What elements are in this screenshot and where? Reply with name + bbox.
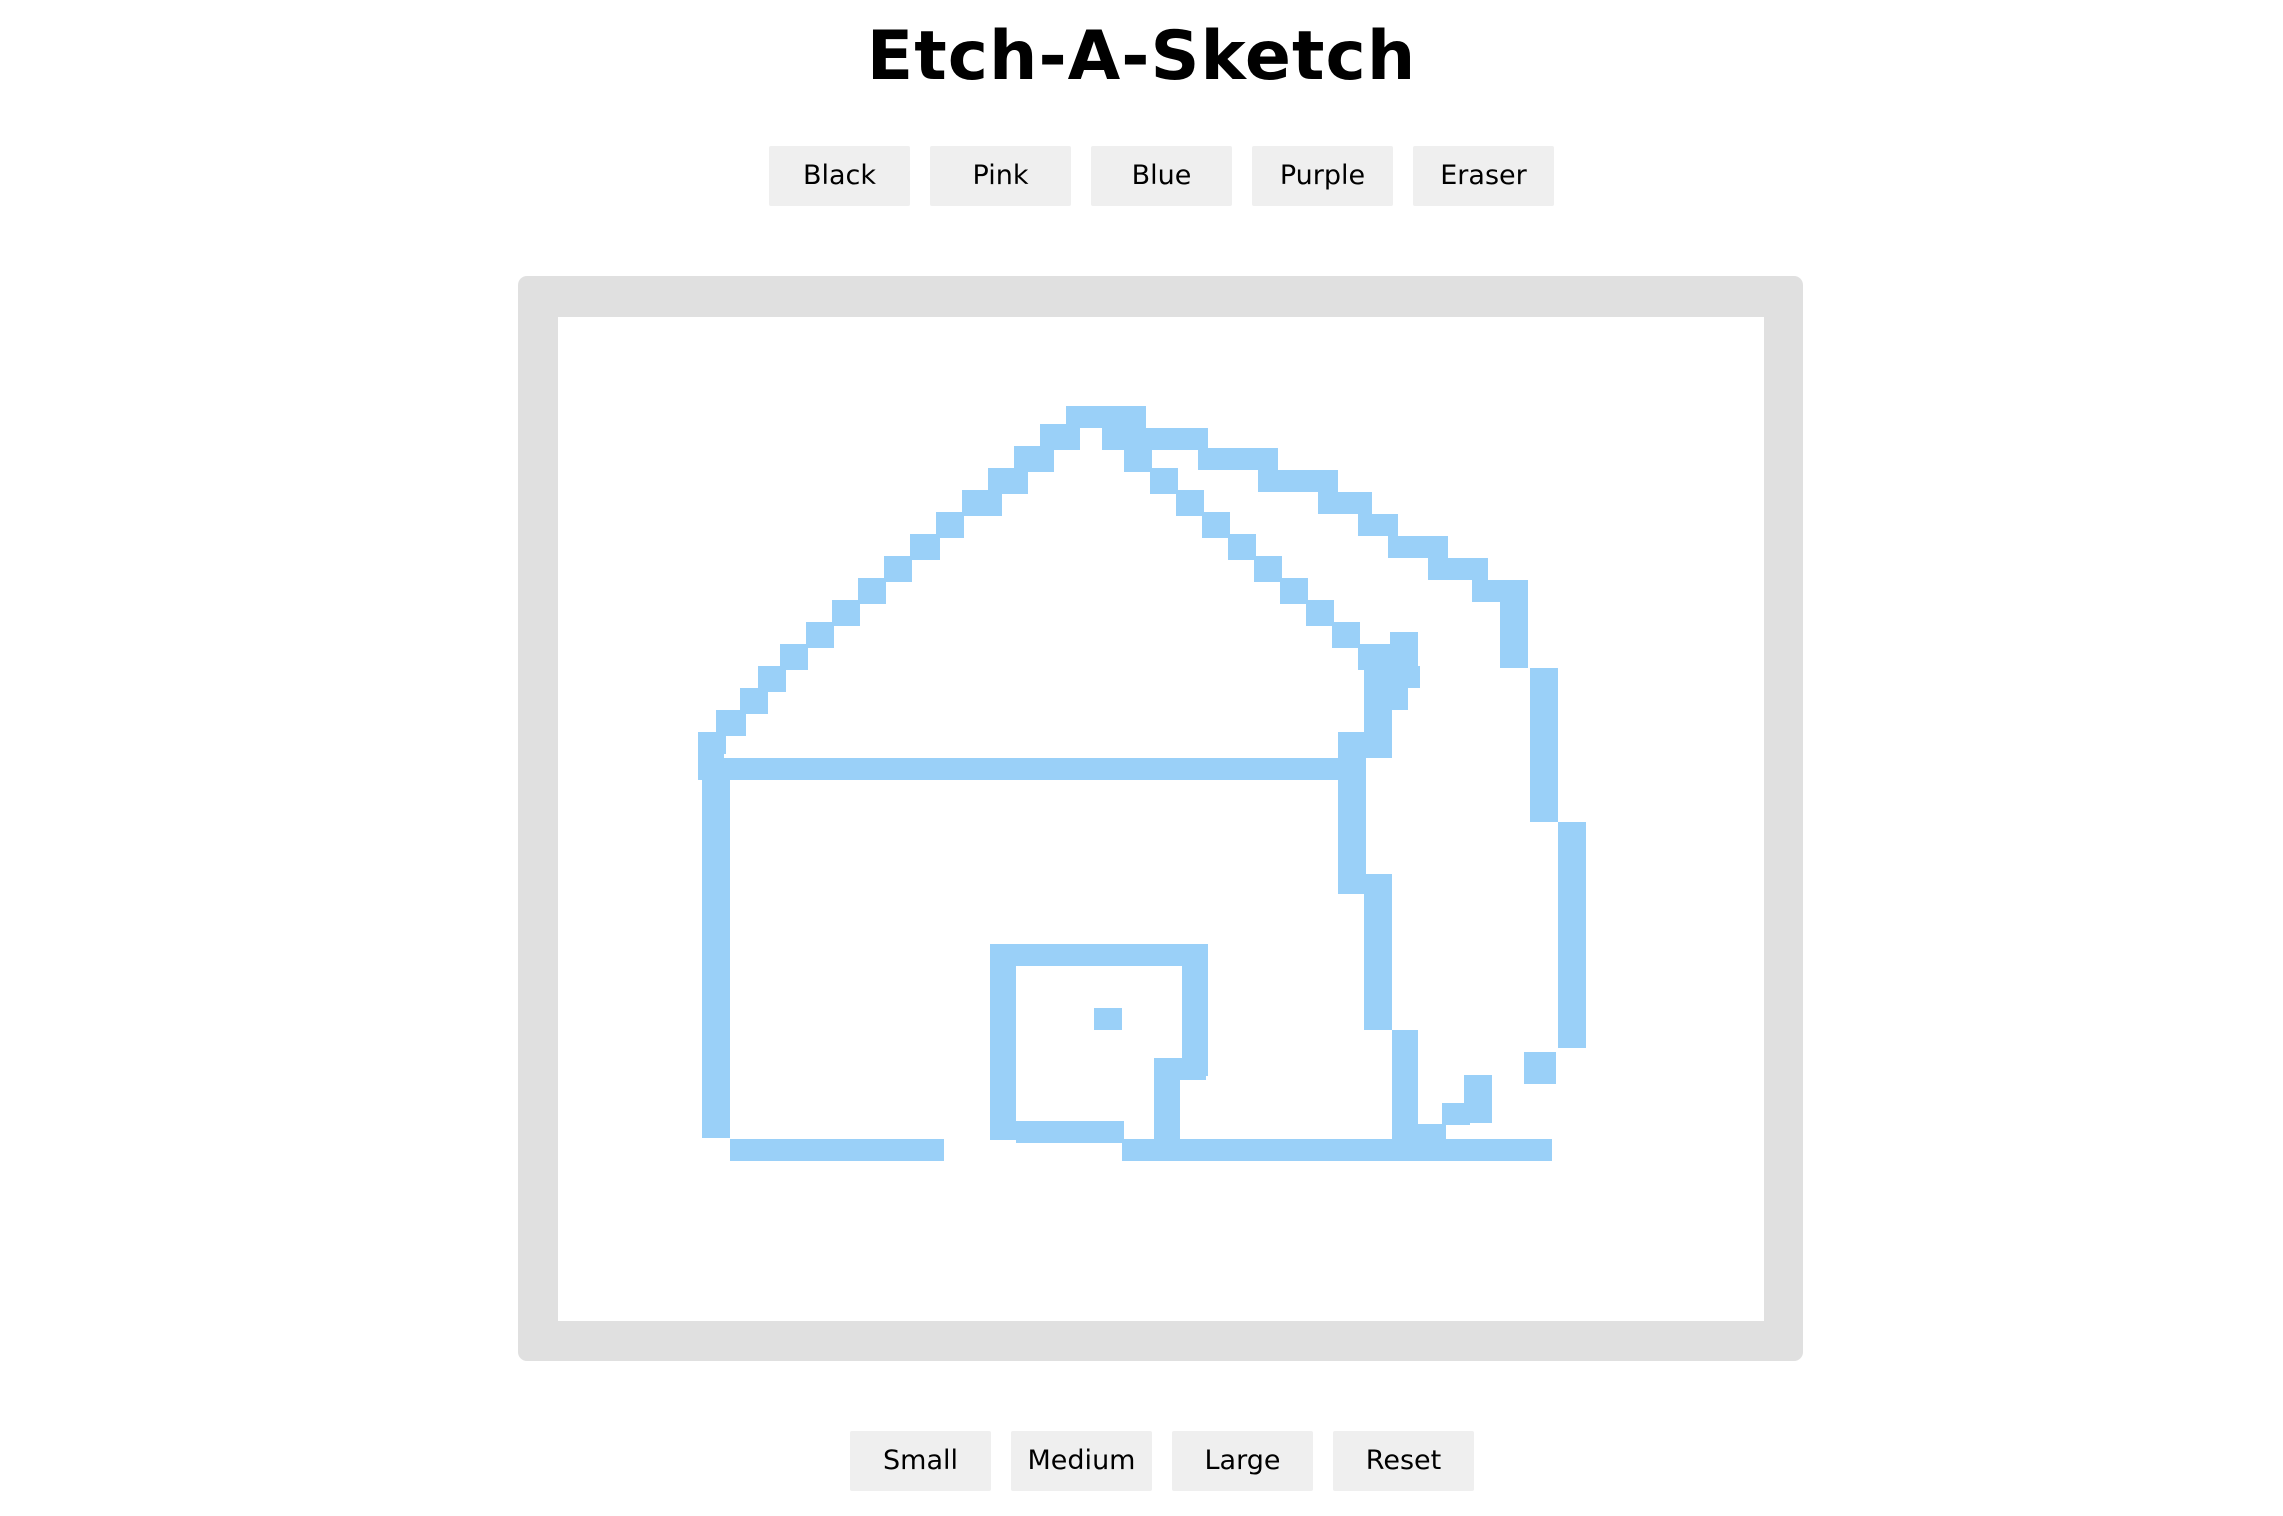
page-title: Etch-A-Sketch [866, 17, 1417, 96]
size-small-button[interactable]: Small [850, 1431, 991, 1491]
sketch-grid[interactable] [558, 317, 1764, 1321]
color-black-button[interactable]: Black [769, 146, 910, 206]
size-large-button[interactable]: Large [1172, 1431, 1313, 1491]
sketch-frame [518, 276, 1803, 1361]
color-purple-button[interactable]: Purple [1252, 146, 1393, 206]
color-blue-button[interactable]: Blue [1091, 146, 1232, 206]
color-pink-button[interactable]: Pink [930, 146, 1071, 206]
house-drawing [698, 406, 1586, 1161]
size-medium-button[interactable]: Medium [1011, 1431, 1152, 1491]
eraser-button[interactable]: Eraser [1413, 146, 1554, 206]
reset-button[interactable]: Reset [1333, 1431, 1474, 1491]
drawn-pixels [698, 406, 1586, 1161]
